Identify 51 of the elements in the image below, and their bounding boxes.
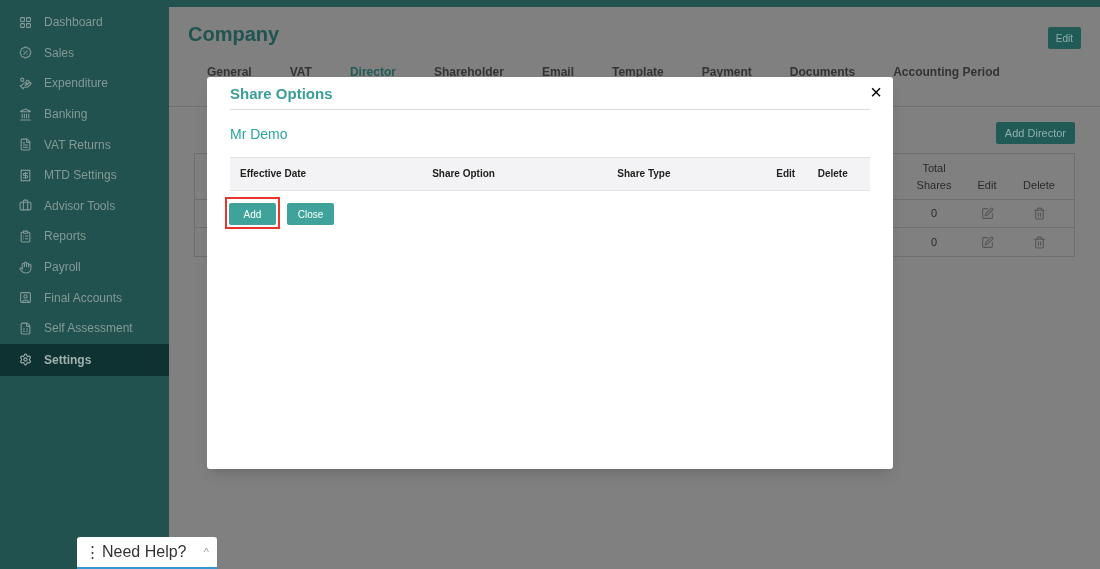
add-button[interactable]: Add [229,203,276,225]
bank-icon [19,107,32,121]
caret-icon: ^ [203,543,209,561]
briefcase-icon [19,199,32,213]
grid-icon [19,15,32,29]
column-header: Edit [775,167,797,181]
sidebar-item[interactable]: Self Assessment [0,312,169,344]
hand-icon [19,260,32,274]
portrait-icon [19,291,32,305]
column-header: Delete [816,167,849,181]
settings-icon [19,353,32,367]
director-name: Mr Demo [230,124,289,144]
sidebar-item[interactable]: Settings [0,343,169,376]
close-dialog-button[interactable]: Close [287,203,334,225]
percent-badge-icon [19,46,32,60]
receipt-icon [19,168,32,182]
tab[interactable]: Accounting Period [893,63,1000,106]
sidebar-item[interactable]: VAT Returns [0,129,169,160]
sidebar-item[interactable]: Expenditure [0,68,169,99]
add-director-button[interactable]: Add Director [995,122,1075,144]
sidebar-item[interactable]: Banking [0,98,169,130]
column-header: Total Shares [915,161,953,193]
drag-handle: ⋮ [85,541,100,562]
trash-icon[interactable] [1032,207,1046,220]
clipboard-icon [19,229,32,243]
sidebar-item[interactable]: Reports [0,221,169,252]
table-cell-text: 0 [929,234,939,250]
sidebar-item[interactable]: Final Accounts [0,282,169,313]
sidebar-item[interactable]: Payroll [0,251,169,283]
trash-icon[interactable] [1032,235,1046,249]
document-icon [19,138,32,152]
money-bag-icon [19,77,32,90]
page-title: Company [188,22,280,47]
sidebar-item[interactable]: Advisor Tools [0,190,169,222]
sidebar-item[interactable]: Dashboard [0,7,169,38]
column-header: Edit [976,177,998,193]
close-button[interactable]: × [870,82,882,103]
edit-icon[interactable] [980,207,994,220]
spreadsheet-icon [19,321,32,335]
help-widget[interactable]: ⋮Need Help? ^ [77,537,217,569]
sidebar-item[interactable]: MTD Settings [0,159,169,191]
sidebar-item[interactable]: Sales [0,37,169,69]
dialog-title: Share Options [230,84,333,104]
column-header: Delete [1022,177,1056,193]
column-header: Share Type [617,167,672,181]
table-cell-text: 0 [929,206,939,222]
column-header: Share Option [432,167,496,181]
edit-icon[interactable] [980,235,994,249]
help-label: Need Help? [102,542,188,562]
column-header: Effective Date [240,167,308,181]
edit-button[interactable]: Edit [1047,27,1081,49]
